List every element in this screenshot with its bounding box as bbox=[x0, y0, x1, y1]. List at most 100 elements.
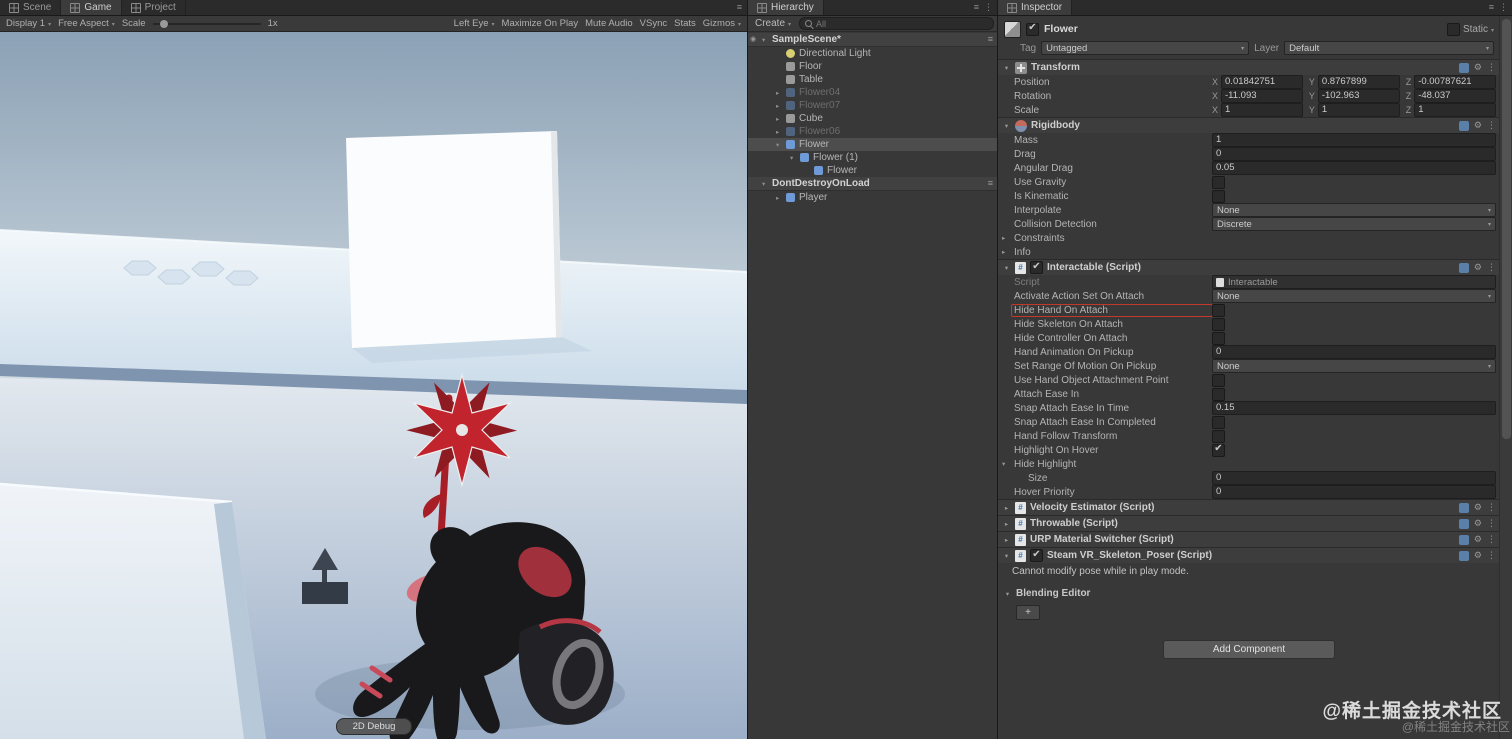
foldout-arrow-icon[interactable]: ▾ bbox=[1002, 264, 1011, 272]
tab-inspector[interactable]: Inspector bbox=[998, 0, 1073, 15]
scale-slider-knob[interactable] bbox=[159, 19, 168, 28]
gameobject-enabled-checkbox[interactable]: ✔ bbox=[1026, 22, 1039, 36]
rigidbody-header[interactable]: ▾ Rigidbody bbox=[998, 118, 1500, 133]
component-header[interactable]: ▸ URP Material Switcher (Script) bbox=[998, 532, 1500, 547]
panel-tab[interactable]: Game bbox=[61, 0, 122, 15]
hierarchy-row[interactable]: ▸ Cube bbox=[748, 112, 998, 125]
gear-icon[interactable] bbox=[1474, 518, 1482, 529]
eye-dropdown[interactable]: Left Eye bbox=[454, 18, 495, 29]
panel-tab[interactable]: Project bbox=[121, 0, 186, 15]
gear-icon[interactable] bbox=[1474, 262, 1482, 273]
y-field[interactable]: -102.963 bbox=[1317, 89, 1400, 103]
z-field[interactable]: -0.00787621 bbox=[1414, 75, 1497, 89]
blending-editor-foldout[interactable]: ▾ Blending Editor bbox=[998, 579, 1500, 601]
foldout-arrow-icon[interactable]: ▸ bbox=[776, 128, 786, 136]
z-field[interactable]: -48.037 bbox=[1414, 89, 1497, 103]
value-field[interactable]: 0 bbox=[1212, 485, 1496, 499]
static-dropdown-icon[interactable] bbox=[1491, 24, 1494, 35]
maximize-on-play-button[interactable]: Maximize On Play bbox=[502, 18, 579, 29]
hierarchy-row[interactable]: ▸ Player bbox=[748, 191, 998, 204]
foldout-arrow-icon[interactable]: ▾ bbox=[1003, 590, 1012, 598]
checkbox[interactable] bbox=[1212, 189, 1225, 203]
layer-dropdown[interactable]: Default bbox=[1284, 41, 1494, 55]
2d-debug-button[interactable]: 2D Debug bbox=[336, 718, 412, 735]
foldout-arrow-icon[interactable]: ▸ bbox=[776, 102, 786, 110]
stats-button[interactable]: Stats bbox=[674, 18, 696, 29]
vsync-button[interactable]: VSync bbox=[640, 18, 667, 29]
x-field[interactable]: 1 bbox=[1221, 103, 1303, 117]
foldout-arrow-icon[interactable]: ▸ bbox=[1002, 536, 1011, 544]
component-header[interactable]: ▸ Throwable (Script) bbox=[998, 516, 1500, 531]
foldout-arrow-icon[interactable]: ▾ bbox=[1002, 552, 1011, 560]
foldout-arrow-icon[interactable]: ▸ bbox=[776, 89, 786, 97]
component-enabled-checkbox[interactable]: ✔ bbox=[1030, 261, 1043, 274]
hierarchy-row[interactable]: ▾ Flower (1) bbox=[748, 151, 998, 164]
context-menu-icon[interactable] bbox=[1487, 502, 1496, 513]
checkbox[interactable] bbox=[1212, 373, 1225, 387]
object-field[interactable]: Interactable bbox=[1212, 275, 1496, 289]
add-component-button[interactable]: Add Component bbox=[1163, 640, 1335, 659]
skeleton-poser-header[interactable]: ▾ ✔ Steam VR_Skeleton_Poser (Script) bbox=[998, 548, 1500, 563]
hierarchy-row[interactable]: Floor bbox=[748, 60, 998, 73]
foldout-arrow-icon[interactable]: ▸ bbox=[1002, 520, 1011, 528]
interactable-header[interactable]: ▾ ✔ Interactable (Script) bbox=[998, 260, 1500, 275]
hierarchy-row[interactable]: ▸ Flower07 bbox=[748, 99, 998, 112]
transform-header[interactable]: ▾ Transform bbox=[998, 60, 1500, 75]
gear-icon[interactable] bbox=[1474, 534, 1482, 545]
panel-menu-icon[interactable] bbox=[737, 2, 742, 13]
foldout-arrow-icon[interactable]: ▸ bbox=[776, 115, 786, 123]
help-icon[interactable] bbox=[1458, 502, 1469, 513]
gameobject-name[interactable]: Flower bbox=[1044, 23, 1078, 35]
foldout-arrow-icon[interactable]: ▸ bbox=[1002, 248, 1011, 256]
x-field[interactable]: -11.093 bbox=[1221, 89, 1303, 103]
create-button[interactable]: Create bbox=[752, 18, 794, 29]
context-menu-icon[interactable] bbox=[1487, 518, 1496, 529]
scrollbar-thumb[interactable] bbox=[1502, 19, 1511, 439]
foldout-arrow-icon[interactable]: ▾ bbox=[1002, 122, 1011, 130]
panel-options-icon[interactable] bbox=[984, 2, 993, 13]
dropdown[interactable]: None bbox=[1212, 203, 1496, 217]
foldout-arrow-icon[interactable]: ▾ bbox=[790, 154, 800, 162]
checkbox[interactable] bbox=[1212, 303, 1225, 317]
mute-audio-button[interactable]: Mute Audio bbox=[585, 18, 633, 29]
panel-menu-icon[interactable] bbox=[1489, 2, 1494, 13]
panel-menu-icon[interactable] bbox=[974, 2, 979, 13]
value-field[interactable]: 0 bbox=[1212, 345, 1496, 359]
component-enabled-checkbox[interactable]: ✔ bbox=[1030, 549, 1043, 562]
component-header[interactable]: ▸ Velocity Estimator (Script) bbox=[998, 500, 1500, 515]
dropdown[interactable]: None bbox=[1212, 289, 1496, 303]
value-field[interactable]: 0 bbox=[1212, 147, 1496, 161]
value-field[interactable]: 0.15 bbox=[1212, 401, 1496, 415]
hierarchy-row[interactable]: ▾ DontDestroyOnLoad bbox=[748, 177, 998, 191]
hierarchy-row[interactable]: Flower bbox=[748, 164, 998, 177]
panel-options-icon[interactable] bbox=[1499, 2, 1508, 13]
y-field[interactable]: 1 bbox=[1317, 103, 1400, 117]
foldout-arrow-icon[interactable]: ▸ bbox=[1002, 504, 1011, 512]
value-field[interactable]: 0 bbox=[1212, 471, 1496, 485]
foldout-arrow-icon[interactable]: ▾ bbox=[776, 141, 786, 149]
hierarchy-row[interactable]: ▸ Flower04 bbox=[748, 86, 998, 99]
z-field[interactable]: 1 bbox=[1414, 103, 1497, 117]
dropdown[interactable]: None bbox=[1212, 359, 1496, 373]
visibility-eye-icon[interactable] bbox=[750, 35, 756, 43]
inspector-scrollbar[interactable] bbox=[1499, 16, 1512, 739]
hierarchy-row[interactable]: ▾ SampleScene* bbox=[748, 33, 998, 47]
context-menu-icon[interactable] bbox=[1487, 550, 1496, 561]
scene-menu-icon[interactable] bbox=[988, 34, 993, 45]
checkbox[interactable] bbox=[1212, 429, 1225, 443]
hierarchy-row[interactable]: Directional Light bbox=[748, 47, 998, 60]
context-menu-icon[interactable] bbox=[1487, 262, 1496, 273]
context-menu-icon[interactable] bbox=[1487, 534, 1496, 545]
context-menu-icon[interactable] bbox=[1487, 120, 1496, 131]
hierarchy-row[interactable]: ▸ Flower06 bbox=[748, 125, 998, 138]
help-icon[interactable] bbox=[1458, 518, 1469, 529]
hierarchy-search-input[interactable]: All bbox=[799, 17, 994, 30]
scale-slider[interactable] bbox=[152, 19, 261, 28]
checkbox[interactable] bbox=[1212, 331, 1225, 345]
display-dropdown[interactable]: Display 1 bbox=[6, 18, 51, 29]
gear-icon[interactable] bbox=[1474, 550, 1482, 561]
help-icon[interactable] bbox=[1458, 534, 1469, 545]
aspect-dropdown[interactable]: Free Aspect bbox=[58, 18, 115, 29]
gear-icon[interactable] bbox=[1474, 62, 1482, 73]
context-menu-icon[interactable] bbox=[1487, 62, 1496, 73]
